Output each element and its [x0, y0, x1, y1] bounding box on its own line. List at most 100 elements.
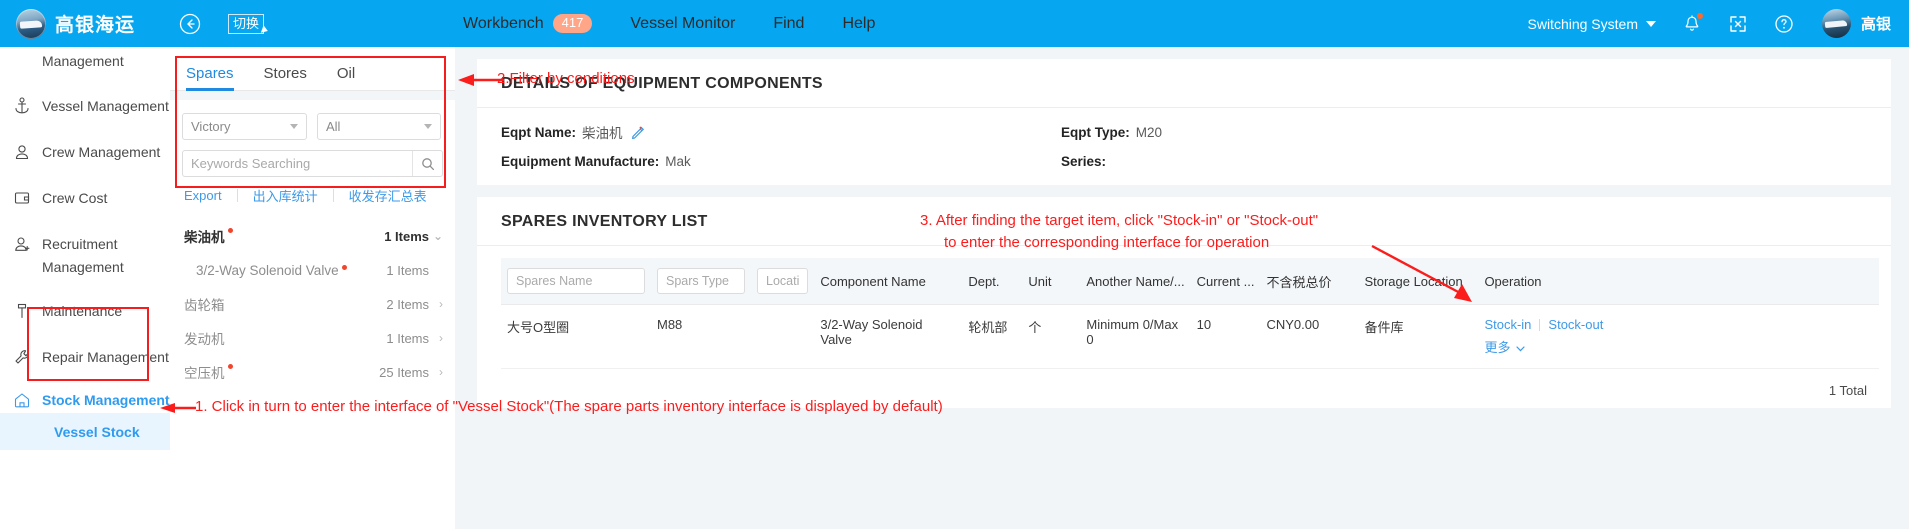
tree-node-label: 空压机: [184, 366, 225, 381]
sidebar-item-crew-cost[interactable]: Crew Cost ›: [0, 184, 195, 211]
nav-help[interactable]: Help: [842, 15, 875, 33]
eqpt-type-field: Eqpt Type: M20: [1061, 122, 1162, 142]
annotation-step-3-line1: 3. After finding the target item, click …: [920, 212, 1319, 229]
link-divider: [332, 189, 334, 202]
tree-node-count: 25 Items: [379, 364, 429, 380]
keyword-search-row: [170, 140, 455, 177]
stock-in-link[interactable]: Stock-in: [1484, 317, 1531, 332]
chevron-down-icon: [290, 124, 298, 129]
annotation-step-1: 1. Click in turn to enter the interface …: [195, 398, 943, 415]
cell-location: [751, 304, 815, 369]
tree-node-label: 齿轮箱: [184, 298, 225, 313]
annotation-step-2: 2.Filter by conditions: [497, 70, 635, 87]
bell-icon[interactable]: [1682, 12, 1703, 34]
cell-another-name: Minimum 0/Max 0: [1080, 304, 1191, 369]
user-avatar[interactable]: [1821, 9, 1851, 38]
sidebar-item-recruitment-label: Recruitment: [42, 235, 118, 252]
tree-node-air-compressor[interactable]: 空压机 25 Items ›: [170, 355, 455, 389]
th-spars-type: Spars Type: [651, 258, 751, 305]
th-unit[interactable]: Unit: [1022, 258, 1081, 305]
nav-workbench-badge: 417: [552, 14, 593, 33]
switch-button[interactable]: 切换: [228, 13, 265, 34]
th-current[interactable]: Current ...: [1190, 258, 1261, 305]
sidebar-item-maintenance[interactable]: Maintenance ›: [0, 297, 195, 324]
alert-dot-icon: [341, 264, 347, 270]
spares-name-filter-placeholder: Spares Name: [516, 274, 593, 288]
nav-find[interactable]: Find: [773, 15, 804, 33]
eqpt-name-label: Eqpt Name:: [501, 124, 577, 140]
tab-stores[interactable]: Stores: [264, 65, 307, 90]
tree-node-label: 柴油机: [184, 230, 225, 245]
sidebar-item-partial-management[interactable]: Management: [0, 47, 195, 73]
summary-table-link[interactable]: 收发存汇总表: [349, 186, 427, 205]
tab-oil[interactable]: Oil: [337, 65, 355, 90]
user-name[interactable]: 高银: [1861, 13, 1891, 34]
sidebar-item-recruitment[interactable]: Recruitment ›: [0, 230, 195, 257]
eqpt-type-value: M20: [1135, 124, 1163, 140]
eqpt-type-label: Eqpt Type:: [1061, 124, 1130, 140]
tab-strip-divider: [170, 91, 455, 100]
inout-stats-link[interactable]: 出入库统计: [253, 186, 318, 205]
tree-node-gearbox[interactable]: 齿轮箱 2 Items ›: [170, 287, 455, 321]
wrench-icon: [12, 347, 32, 367]
person-icon: [12, 142, 32, 162]
fullscreen-icon[interactable]: [1728, 14, 1748, 34]
export-link[interactable]: Export: [184, 188, 222, 203]
th-storage-location[interactable]: Storage Location: [1358, 258, 1479, 305]
search-icon[interactable]: [412, 151, 442, 176]
th-price-excl-tax[interactable]: 不含税总价: [1260, 258, 1359, 305]
spars-type-filter-input[interactable]: Spars Type: [657, 268, 745, 294]
brand-name: 高银海运: [55, 15, 136, 36]
tree-node-diesel-engine[interactable]: 柴油机 1 Items ⌄: [170, 219, 455, 253]
more-link-label: 更多: [1484, 340, 1511, 355]
edit-pencil-icon[interactable]: [630, 125, 645, 140]
details-of-equipment-components-card: DETAILS OF EQUIPMENT COMPONENTS Eqpt Nam…: [477, 59, 1891, 185]
th-operation[interactable]: Operation: [1478, 258, 1879, 305]
more-link[interactable]: 更多: [1484, 337, 1525, 356]
th-component-name[interactable]: Component Name: [814, 258, 963, 305]
top-navigation-bar: 高银海运 切换 Workbench 417 Vessel Monitor Fin…: [0, 0, 1909, 47]
switching-system-button[interactable]: Switching System: [1528, 16, 1656, 32]
vessel-select[interactable]: Victory: [182, 113, 307, 140]
nav-workbench[interactable]: Workbench 417: [463, 14, 593, 33]
th-dept[interactable]: Dept.: [962, 258, 1023, 305]
panel-action-links: Export 出入库统计 收发存汇总表: [170, 177, 455, 205]
link-divider: [1539, 318, 1541, 331]
sidebar-item-maintenance-label: Maintenance: [42, 302, 123, 319]
series-field: Series:: [1061, 154, 1112, 169]
hammer-icon: [12, 301, 32, 321]
chevron-right-icon: ›: [439, 297, 443, 311]
chevron-right-icon: ›: [439, 365, 443, 379]
spares-name-filter-input[interactable]: Spares Name: [507, 268, 645, 294]
th-spares-name: Spares Name: [501, 258, 651, 305]
alert-dot-icon: [227, 364, 233, 369]
tab-spares[interactable]: Spares: [186, 65, 234, 91]
location-filter-input[interactable]: Locati: [757, 268, 809, 294]
cell-dept: 轮机部: [962, 304, 1023, 369]
top-nav-items: Workbench 417 Vessel Monitor Find Help: [463, 14, 913, 33]
cell-spares-name: 大号O型圈: [501, 304, 651, 369]
stock-out-link[interactable]: Stock-out: [1548, 317, 1603, 332]
sidebar-item-repair-management[interactable]: Repair Management ›: [0, 343, 195, 370]
nav-workbench-label: Workbench: [463, 14, 544, 32]
collapse-left-icon[interactable]: [179, 13, 201, 35]
tree-node-count: 1 Items: [386, 330, 429, 346]
tree-node-label: 3/2-Way Solenoid Valve: [196, 262, 339, 278]
keyword-search-box: [182, 150, 443, 177]
sidebar-item-crew-management[interactable]: Crew Management ›: [0, 138, 195, 165]
question-circle-icon[interactable]: [1774, 14, 1794, 34]
sidebar-item-stock-management[interactable]: Stock Management ⌄: [0, 386, 195, 413]
table-row: 大号O型圈 M88 3/2-Way Solenoid Valve 轮机部 个 M…: [501, 304, 1879, 369]
sidebar-item-crew-management-label: Crew Management: [42, 143, 161, 160]
spars-type-filter-placeholder: Spars Type: [666, 274, 730, 288]
sidebar-item-vessel-management[interactable]: Vessel Management ›: [0, 92, 195, 119]
th-another-name[interactable]: Another Name/...: [1080, 258, 1191, 305]
notification-dot: [1696, 12, 1703, 19]
sidebar-item-vessel-stock[interactable]: Vessel Stock: [0, 413, 195, 450]
tree-node-engine[interactable]: 发动机 1 Items ›: [170, 321, 455, 355]
keywords-search-input[interactable]: [183, 156, 412, 171]
sidebar-item-vessel-management-label: Vessel Management: [42, 97, 169, 114]
type-select[interactable]: All: [317, 113, 441, 140]
nav-vessel-monitor[interactable]: Vessel Monitor: [630, 15, 735, 33]
tree-node-solenoid-valve[interactable]: 3/2-Way Solenoid Valve 1 Items: [170, 253, 455, 287]
